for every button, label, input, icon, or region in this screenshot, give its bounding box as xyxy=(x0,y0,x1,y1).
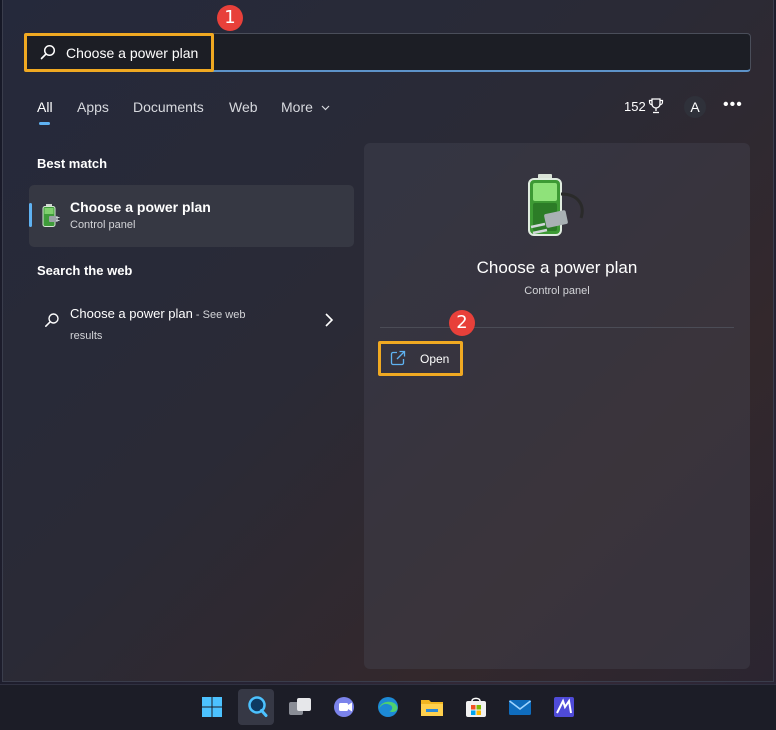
preview-title: Choose a power plan xyxy=(476,258,638,277)
annotation-badge-1: 1 xyxy=(217,5,243,31)
tab-web[interactable]: Web xyxy=(229,99,258,115)
open-button-label: Open xyxy=(420,352,450,366)
open-external-icon xyxy=(390,350,406,366)
edge-browser-icon[interactable] xyxy=(370,689,406,725)
app-icon[interactable] xyxy=(546,689,582,725)
windows-start-icon[interactable] xyxy=(194,689,230,725)
annotation-badge-2: 2 xyxy=(449,310,475,336)
search-input[interactable] xyxy=(66,44,666,62)
microsoft-store-icon[interactable] xyxy=(458,689,494,725)
chevron-down-icon xyxy=(321,105,330,111)
chevron-right-icon[interactable] xyxy=(324,313,334,327)
web-search-query: Choose a power plan xyxy=(70,306,193,321)
web-search-result[interactable]: Choose a power plan - See web results xyxy=(70,304,270,346)
search-web-heading: Search the web xyxy=(37,263,133,278)
search-icon xyxy=(45,313,59,327)
tab-more[interactable]: More xyxy=(281,99,330,115)
best-match-subtitle: Control panel xyxy=(70,219,136,231)
best-match-item[interactable] xyxy=(29,185,354,247)
tab-all[interactable]: All xyxy=(37,99,53,115)
battery-plug-icon xyxy=(42,204,60,227)
best-match-title: Choose a power plan xyxy=(70,199,211,215)
file-explorer-icon[interactable] xyxy=(414,689,450,725)
tab-more-label: More xyxy=(281,99,313,115)
preview-divider xyxy=(380,327,734,328)
mail-icon[interactable] xyxy=(502,689,538,725)
selection-accent xyxy=(29,203,32,227)
preview-subtitle: Control panel xyxy=(524,285,590,297)
best-match-heading: Best match xyxy=(37,156,108,171)
trophy-icon[interactable] xyxy=(648,97,664,115)
rewards-points[interactable]: 152 xyxy=(624,99,646,114)
account-avatar[interactable]: A xyxy=(684,96,706,118)
battery-plug-icon xyxy=(528,174,584,236)
active-tab-indicator xyxy=(39,122,50,125)
ellipsis-icon[interactable]: ••• xyxy=(723,96,742,116)
task-view-icon[interactable] xyxy=(282,689,318,725)
teams-chat-icon[interactable] xyxy=(326,689,362,725)
tab-documents[interactable]: Documents xyxy=(133,99,204,115)
search-icon[interactable] xyxy=(238,689,274,725)
search-icon xyxy=(40,44,56,60)
tab-apps[interactable]: Apps xyxy=(77,99,109,115)
